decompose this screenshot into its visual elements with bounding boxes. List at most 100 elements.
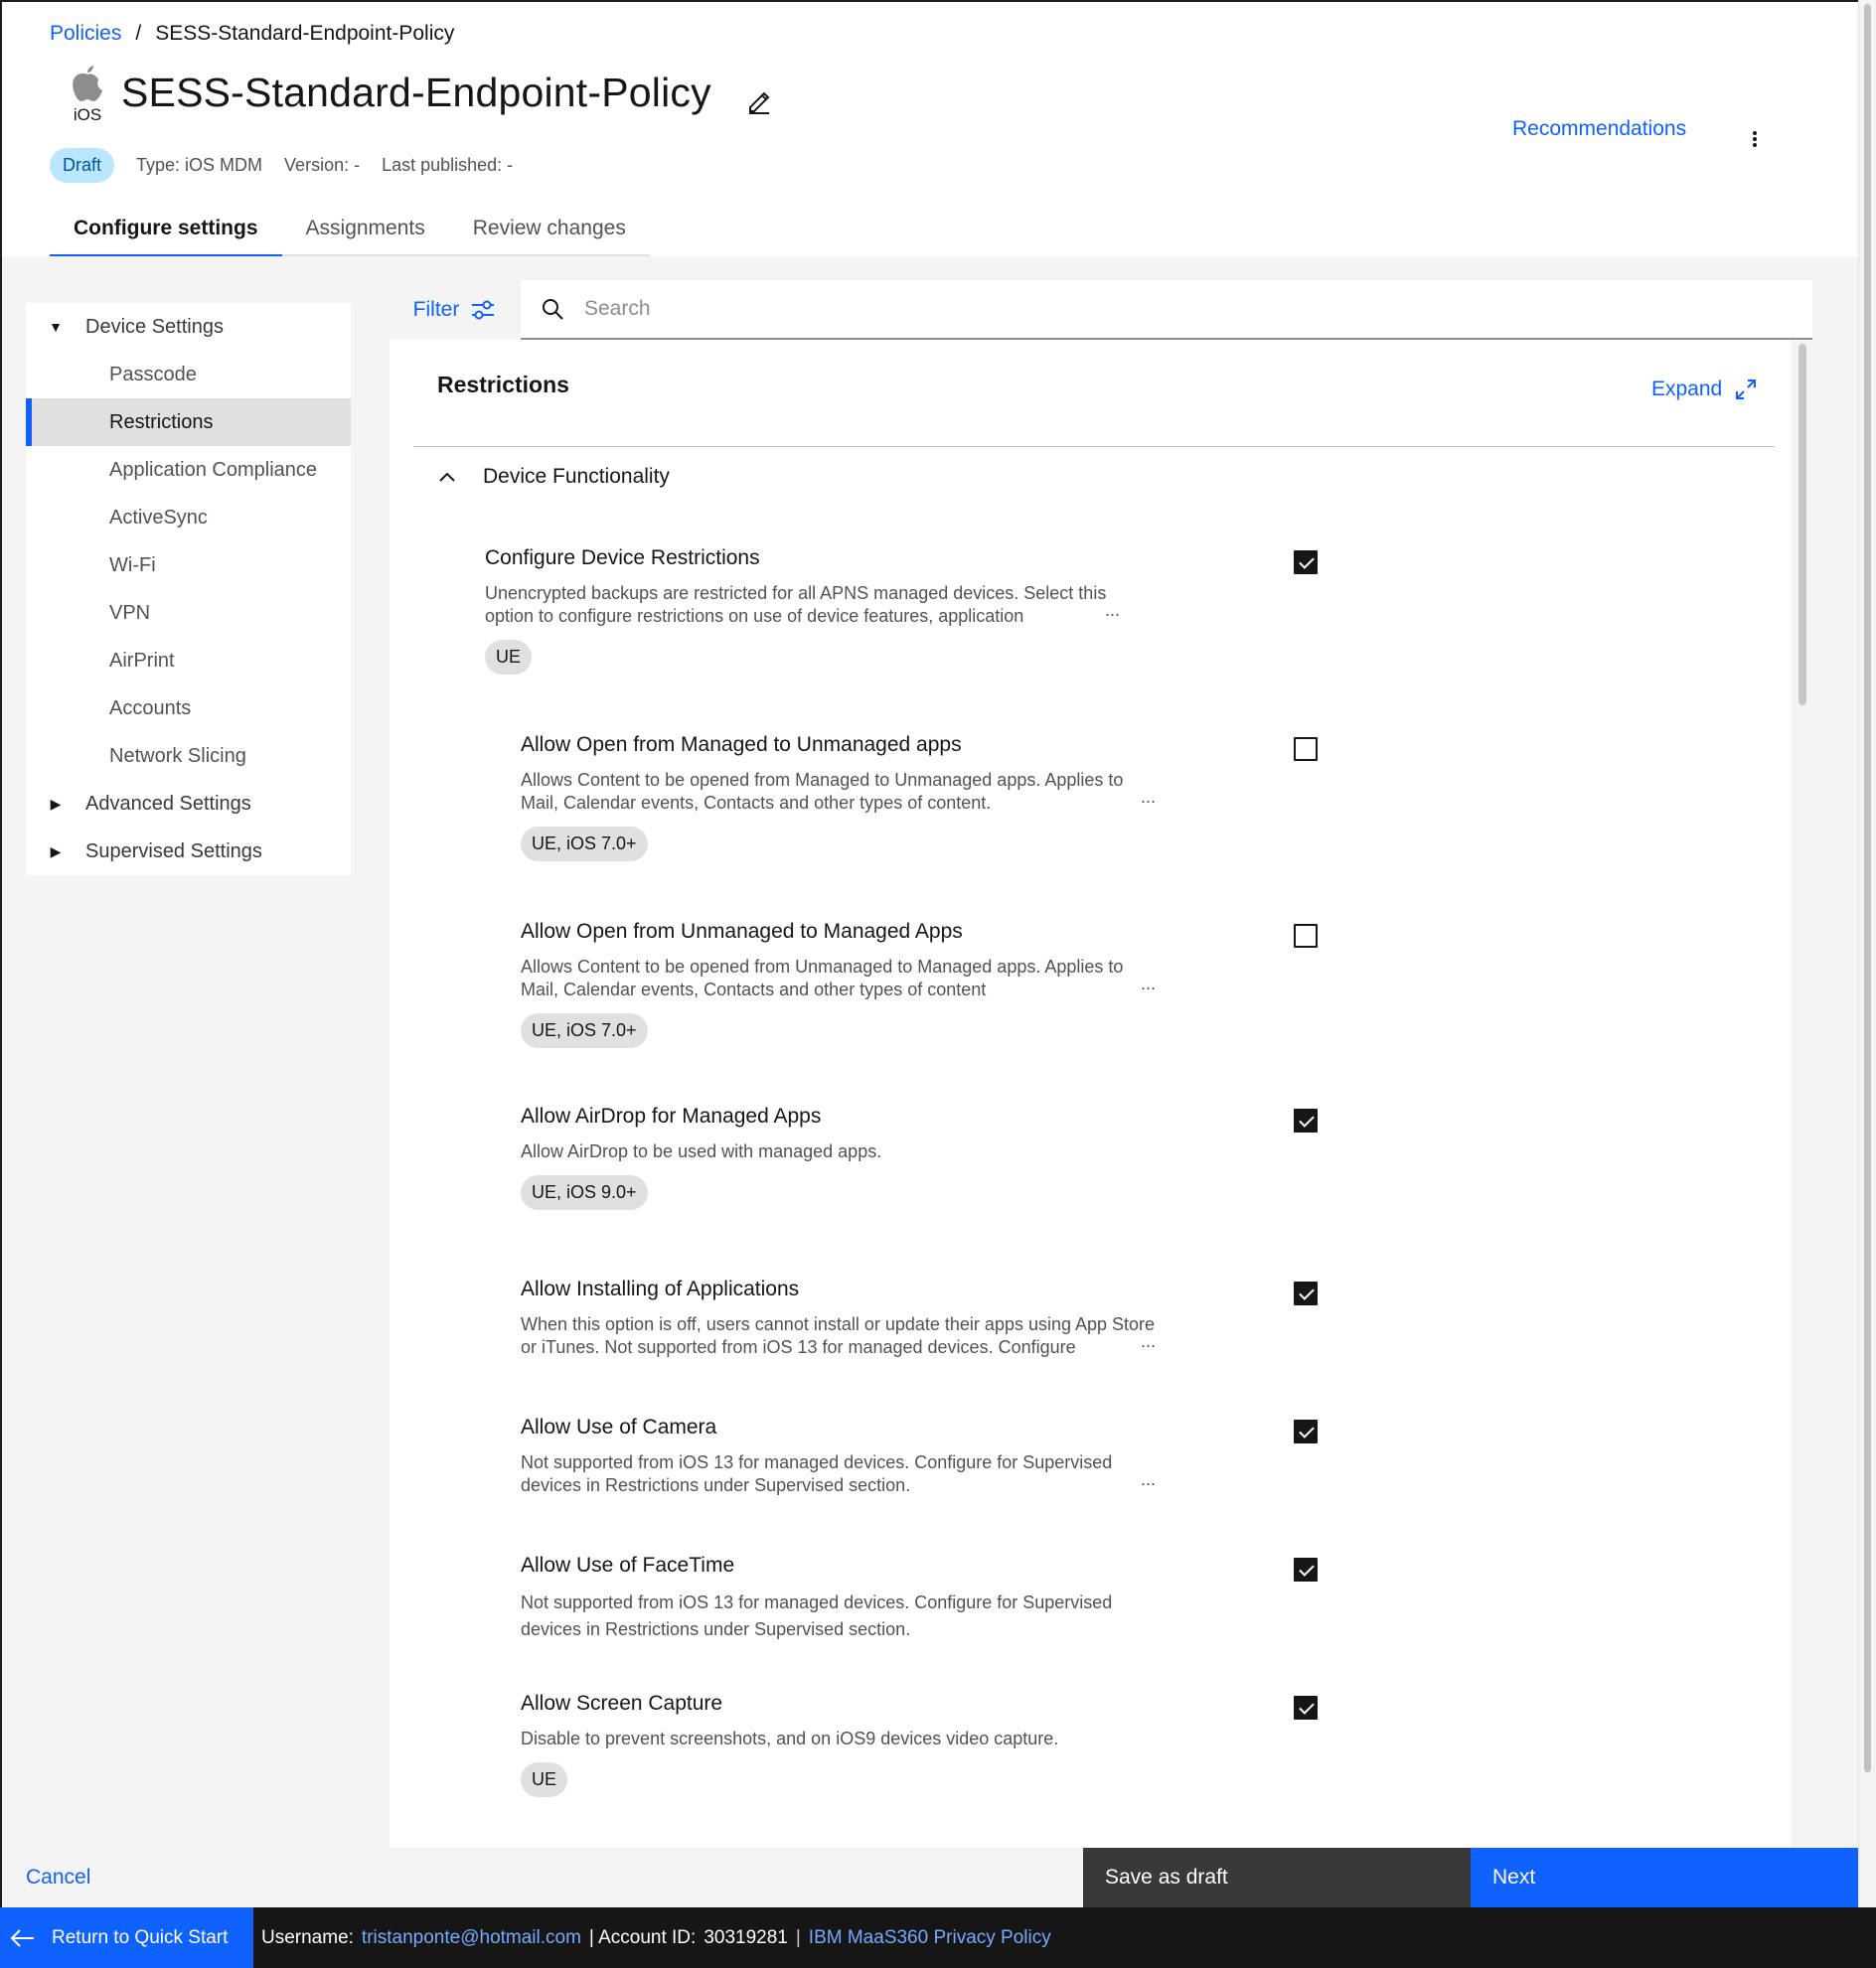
- more-ellipsis[interactable]: ...: [1141, 1331, 1156, 1352]
- breadcrumb: Policies / SESS-Standard-Endpoint-Policy: [50, 22, 454, 46]
- setting-title: Allow Open from Unmanaged to Managed App…: [521, 920, 963, 943]
- username-value[interactable]: tristanponte@hotmail.com: [362, 1927, 581, 1949]
- sidebar-item-vpn[interactable]: VPN: [26, 589, 351, 637]
- settings-sidebar: ▼ Device Settings Passcode Restrictions …: [26, 303, 351, 875]
- policy-last-published: Last published: -: [382, 155, 514, 175]
- search-input[interactable]: [584, 297, 1578, 321]
- breadcrumb-separator: /: [135, 22, 142, 45]
- expand-button[interactable]: Expand: [1651, 378, 1758, 401]
- setting-title: Allow Use of FaceTime: [521, 1554, 735, 1577]
- sidebar-item-activesync[interactable]: ActiveSync: [26, 494, 351, 541]
- account-info: Username: tristanponte@hotmail.com | Acc…: [253, 1927, 1051, 1949]
- cancel-button[interactable]: Cancel: [26, 1848, 90, 1907]
- return-label: Return to Quick Start: [52, 1926, 229, 1948]
- setting-title: Allow Open from Managed to Unmanaged app…: [521, 733, 962, 756]
- sidebar-item-restrictions[interactable]: Restrictions: [26, 398, 351, 446]
- sliders-icon: [472, 300, 495, 320]
- configure-device-restrictions-checkbox[interactable]: [1294, 550, 1318, 574]
- open-managed-to-unmanaged-checkbox[interactable]: [1294, 737, 1318, 761]
- sidebar-item-passcode[interactable]: Passcode: [26, 351, 351, 398]
- setting-description: Not supported from iOS 13 for managed de…: [521, 1452, 1113, 1495]
- setting-airdrop-managed-apps: Allow AirDrop for Managed Apps Allow Air…: [521, 1105, 1415, 1210]
- tab-review-changes[interactable]: Review changes: [448, 207, 650, 257]
- airdrop-managed-apps-checkbox[interactable]: [1294, 1109, 1318, 1133]
- return-to-quick-start-button[interactable]: Return to Quick Start: [0, 1907, 253, 1968]
- breadcrumb-policies-link[interactable]: Policies: [50, 22, 121, 46]
- sidebar-group-supervised-settings[interactable]: ▶ Supervised Settings: [26, 828, 351, 875]
- action-bar: Cancel Save as draft Next: [2, 1848, 1858, 1907]
- privacy-policy-link[interactable]: IBM MaaS360 Privacy Policy: [809, 1927, 1051, 1949]
- screen-capture-checkbox[interactable]: [1294, 1696, 1318, 1720]
- setting-title: Configure Device Restrictions: [485, 546, 760, 569]
- setting-installing-applications: Allow Installing of Applications When th…: [521, 1278, 1415, 1359]
- footer-divider: |: [795, 1926, 801, 1948]
- arrow-left-icon: [10, 1928, 34, 1947]
- account-id-value: 30319281: [704, 1926, 788, 1948]
- filter-button[interactable]: Filter: [390, 280, 519, 340]
- sidebar-group-label: Device Settings: [85, 315, 224, 338]
- tab-bar: Configure settings Assignments Review ch…: [50, 207, 650, 257]
- panel-title: Restrictions: [437, 372, 569, 397]
- chevron-up-icon: [439, 472, 455, 482]
- setting-open-managed-to-unmanaged: Allow Open from Managed to Unmanaged app…: [521, 733, 1415, 861]
- restrictions-panel: Restrictions Expand Device Functionality…: [390, 340, 1791, 1848]
- more-ellipsis[interactable]: ...: [1141, 1469, 1156, 1490]
- account-id-label: | Account ID:: [588, 1926, 697, 1948]
- installing-applications-checkbox[interactable]: [1294, 1282, 1318, 1305]
- use-of-camera-checkbox[interactable]: [1294, 1420, 1318, 1443]
- more-ellipsis[interactable]: ...: [1141, 974, 1156, 994]
- setting-description: Allow AirDrop to be used with managed ap…: [521, 1141, 882, 1161]
- use-of-facetime-checkbox[interactable]: [1294, 1558, 1318, 1582]
- panel-scrollbar-thumb[interactable]: [1798, 344, 1806, 705]
- sidebar-group-label: Supervised Settings: [85, 839, 262, 862]
- status-badge: Draft: [50, 148, 115, 183]
- panel-divider: [413, 446, 1775, 447]
- setting-tag: UE: [521, 1762, 568, 1797]
- caret-down-icon: ▼: [49, 319, 63, 335]
- tab-configure-settings[interactable]: Configure settings: [50, 207, 282, 257]
- search-field[interactable]: [521, 280, 1812, 340]
- setting-use-of-facetime: Allow Use of FaceTime Not supported from…: [521, 1554, 1415, 1643]
- page-header: Policies / SESS-Standard-Endpoint-Policy…: [2, 2, 1858, 257]
- setting-description: Unencrypted backups are restricted for a…: [485, 583, 1107, 626]
- os-logo: iOS: [64, 64, 111, 133]
- edit-pencil-icon[interactable]: [745, 87, 773, 115]
- setting-description: Not supported from iOS 13 for managed de…: [521, 1592, 1113, 1639]
- setting-tag: UE, iOS 9.0+: [521, 1175, 648, 1210]
- window-scrollbar[interactable]: [1858, 0, 1876, 1907]
- setting-screen-capture: Allow Screen Capture Disable to prevent …: [521, 1692, 1415, 1797]
- section-device-functionality[interactable]: Device Functionality: [437, 465, 670, 489]
- save-as-draft-button[interactable]: Save as draft: [1083, 1848, 1471, 1907]
- tab-assignments[interactable]: Assignments: [281, 207, 449, 257]
- recommendations-link[interactable]: Recommendations: [1512, 117, 1686, 141]
- sidebar-item-application-compliance[interactable]: Application Compliance: [26, 446, 351, 494]
- footer-bar: Return to Quick Start Username: tristanp…: [0, 1907, 1876, 1968]
- window-scrollbar-thumb[interactable]: [1864, 4, 1871, 1772]
- more-ellipsis[interactable]: ...: [1141, 787, 1156, 808]
- setting-title: Allow Use of Camera: [521, 1416, 717, 1438]
- overflow-menu-icon[interactable]: [1743, 125, 1767, 153]
- maximize-icon: [1736, 379, 1757, 399]
- open-unmanaged-to-managed-checkbox[interactable]: [1294, 924, 1318, 948]
- sidebar-group-advanced-settings[interactable]: ▶ Advanced Settings: [26, 780, 351, 828]
- setting-title: Allow Installing of Applications: [521, 1278, 800, 1300]
- setting-configure-device-restrictions: Configure Device Restrictions Unencrypte…: [485, 546, 1379, 675]
- page-title: SESS-Standard-Endpoint-Policy: [121, 70, 711, 115]
- more-ellipsis[interactable]: ...: [1105, 600, 1120, 621]
- sidebar-item-accounts[interactable]: Accounts: [26, 684, 351, 732]
- os-label: iOS: [73, 105, 102, 124]
- sidebar-item-airprint[interactable]: AirPrint: [26, 637, 351, 684]
- sidebar-item-wifi[interactable]: Wi-Fi: [26, 541, 351, 589]
- setting-description: When this option is off, users cannot in…: [521, 1314, 1156, 1357]
- caret-right-icon: ▶: [50, 842, 62, 859]
- sidebar-item-network-slicing[interactable]: Network Slicing: [26, 732, 351, 780]
- setting-open-unmanaged-to-managed: Allow Open from Unmanaged to Managed App…: [521, 920, 1415, 1048]
- filter-label: Filter: [412, 298, 460, 321]
- policy-type: Type: iOS MDM: [136, 155, 263, 175]
- username-label: Username:: [261, 1926, 354, 1948]
- policy-meta: Draft Type: iOS MDM Version: - Last publ…: [50, 148, 513, 183]
- next-button[interactable]: Next: [1471, 1848, 1858, 1907]
- sidebar-group-device-settings[interactable]: ▼ Device Settings: [26, 303, 351, 351]
- setting-description: Allows Content to be opened from Unmanag…: [521, 957, 1124, 999]
- policy-version: Version: -: [284, 155, 361, 175]
